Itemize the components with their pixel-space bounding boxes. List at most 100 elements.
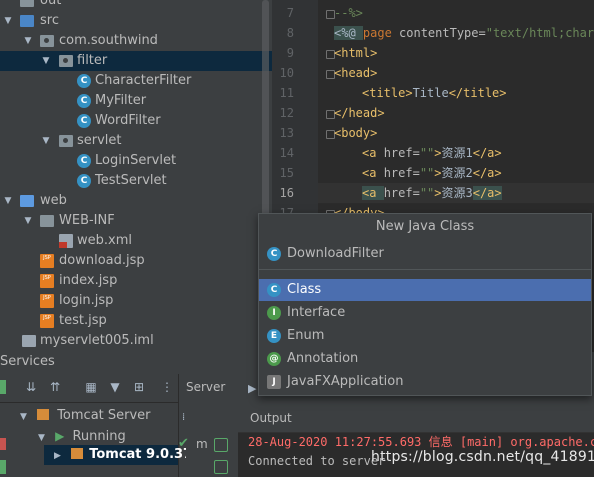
enum-icon: E — [267, 329, 281, 343]
tree-item-class[interactable]: C TestServlet — [0, 171, 272, 191]
code-line: <a href="">资源2</a> — [362, 166, 502, 180]
line-number: 9 — [286, 46, 294, 60]
collapse-all-icon[interactable]: ⇈ — [48, 380, 62, 394]
service-tomcat-server[interactable]: ▼ Tomcat Server — [20, 406, 151, 426]
kind-option-class[interactable]: C Class — [259, 279, 591, 301]
services-toolbar: ⇊ ⇈ ▦ ▼ ⊞ ⋮ — [0, 374, 178, 403]
tree-item-web[interactable]: ▼ web — [0, 191, 272, 211]
tree-item-jsp[interactable]: JSP test.jsp — [0, 311, 272, 331]
filter-icon[interactable]: ▼ — [108, 380, 122, 394]
redeploy-icon[interactable] — [214, 438, 228, 452]
line-number: 11 — [279, 86, 294, 100]
divider — [259, 269, 591, 270]
service-tomcat-instance[interactable]: ▶ Tomcat 9.0.37 — [44, 445, 192, 465]
tree-item-class[interactable]: C WordFilter — [0, 111, 272, 131]
tree-item-package[interactable]: ▼ com.southwind — [0, 31, 272, 51]
code-line: <a href="">资源1</a> — [362, 146, 502, 160]
line-number: 14 — [279, 146, 294, 160]
expand-arrow-icon[interactable]: ▼ — [38, 433, 45, 443]
tree-item-class[interactable]: C MyFilter — [0, 91, 272, 111]
deployment-artifact[interactable]: m — [196, 437, 208, 451]
expand-all-icon[interactable]: ⇊ — [24, 380, 38, 394]
tree-item-filter[interactable]: ▼ filter — [0, 51, 272, 71]
expand-arrow-icon[interactable]: ▼ — [22, 31, 34, 51]
log-line: 28-Aug-2020 11:27:55.693 信息 [main] org.a… — [248, 435, 594, 449]
code-line: <title>Title</title> — [362, 86, 507, 100]
tree-item-web-xml[interactable]: web.xml — [0, 231, 272, 251]
tree-item-iml[interactable]: myservlet005.iml — [0, 331, 272, 351]
expand-arrow-icon[interactable]: ▼ — [20, 412, 27, 422]
tree-item-src[interactable]: ▼ src — [0, 11, 272, 31]
code-line: <head> — [334, 66, 378, 80]
code-line: <html> — [334, 46, 378, 60]
tree-item-out[interactable]: out — [0, 0, 272, 11]
separator-icon: ⋮ — [161, 380, 173, 394]
tree-item-jsp[interactable]: JSP index.jsp — [0, 271, 272, 291]
java-class-icon: C — [77, 114, 91, 128]
package-icon — [40, 35, 54, 47]
tree-item-web-inf[interactable]: ▼ WEB-INF — [0, 211, 272, 231]
expand-arrow-icon[interactable]: ▼ — [2, 191, 14, 211]
expand-arrow-icon[interactable]: ▼ — [2, 11, 14, 31]
line-number: 12 — [279, 106, 294, 120]
stop-icon[interactable] — [0, 438, 6, 450]
update-icon[interactable] — [214, 460, 228, 474]
folder-icon — [40, 215, 54, 227]
xml-file-icon — [59, 234, 73, 248]
interface-icon: I — [267, 306, 281, 320]
expand-arrow-icon[interactable]: ▼ — [40, 51, 52, 71]
line-number: 8 — [286, 26, 294, 40]
expand-arrow-icon[interactable]: ▼ — [40, 131, 52, 151]
line-number: 10 — [279, 66, 294, 80]
kind-option-enum[interactable]: E Enum — [259, 325, 591, 347]
java-class-icon: C — [77, 174, 91, 188]
class-icon: C — [267, 283, 281, 297]
rerun-icon[interactable] — [0, 380, 6, 394]
code-line: <a href="">资源3</a> — [362, 186, 502, 200]
check-icon: ✔ — [178, 436, 189, 451]
kind-option-interface[interactable]: I Interface — [259, 302, 591, 324]
web-folder-icon — [20, 195, 34, 207]
code-line: <%@ page contentType="text/html;charset — [334, 26, 594, 40]
jsp-file-icon: JSP — [40, 274, 54, 288]
tree-item-jsp[interactable]: JSP download.jsp — [0, 251, 272, 271]
java-class-icon: C — [77, 74, 91, 88]
new-java-class-dialog: New Java Class C DownloadFilter C Class … — [258, 213, 592, 396]
javafx-file-icon: J — [267, 375, 281, 389]
services-title: Services — [0, 354, 55, 369]
code-line: --%> — [334, 6, 363, 20]
class-name-input[interactable]: C DownloadFilter — [259, 241, 591, 266]
drag-handle-icon[interactable]: ⁞ — [182, 412, 185, 423]
java-class-icon: C — [77, 154, 91, 168]
module-file-icon — [22, 335, 36, 347]
log-line: Connected to server — [248, 454, 386, 468]
tree-item-class[interactable]: C LoginServlet — [0, 151, 272, 171]
kind-option-javafx[interactable]: J JavaFXApplication — [259, 371, 591, 393]
line-number: 13 — [279, 126, 294, 140]
folder-icon — [20, 0, 34, 7]
service-running-group[interactable]: ▼ ▶ Running — [38, 426, 126, 446]
jsp-file-icon: JSP — [40, 254, 54, 268]
annotation-icon: @ — [267, 352, 281, 366]
output-header: Output — [238, 404, 594, 433]
class-icon: C — [267, 247, 281, 261]
line-number: 16 — [279, 186, 294, 200]
expand-arrow-icon[interactable]: ▼ — [22, 211, 34, 231]
tree-item-jsp[interactable]: JSP login.jsp — [0, 291, 272, 311]
kind-option-annotation[interactable]: @ Annotation — [259, 348, 591, 370]
java-class-icon: C — [77, 94, 91, 108]
package-icon — [59, 55, 73, 67]
add-service-icon[interactable]: ⊞ — [132, 380, 146, 394]
tomcat-icon — [71, 448, 84, 459]
line-number: 7 — [286, 6, 294, 20]
server-tab[interactable]: Server — [186, 380, 225, 394]
tomcat-icon — [37, 409, 50, 420]
package-icon — [59, 135, 73, 147]
expand-arrow-icon[interactable]: ▶ — [54, 451, 61, 461]
deploy-icon[interactable] — [0, 460, 6, 474]
group-icon[interactable]: ▦ — [84, 380, 98, 394]
line-number: 15 — [279, 166, 294, 180]
tab-more-icon[interactable]: ▶ — [248, 382, 256, 395]
tree-item-servlet[interactable]: ▼ servlet — [0, 131, 272, 151]
tree-item-class[interactable]: C CharacterFilter — [0, 71, 272, 91]
